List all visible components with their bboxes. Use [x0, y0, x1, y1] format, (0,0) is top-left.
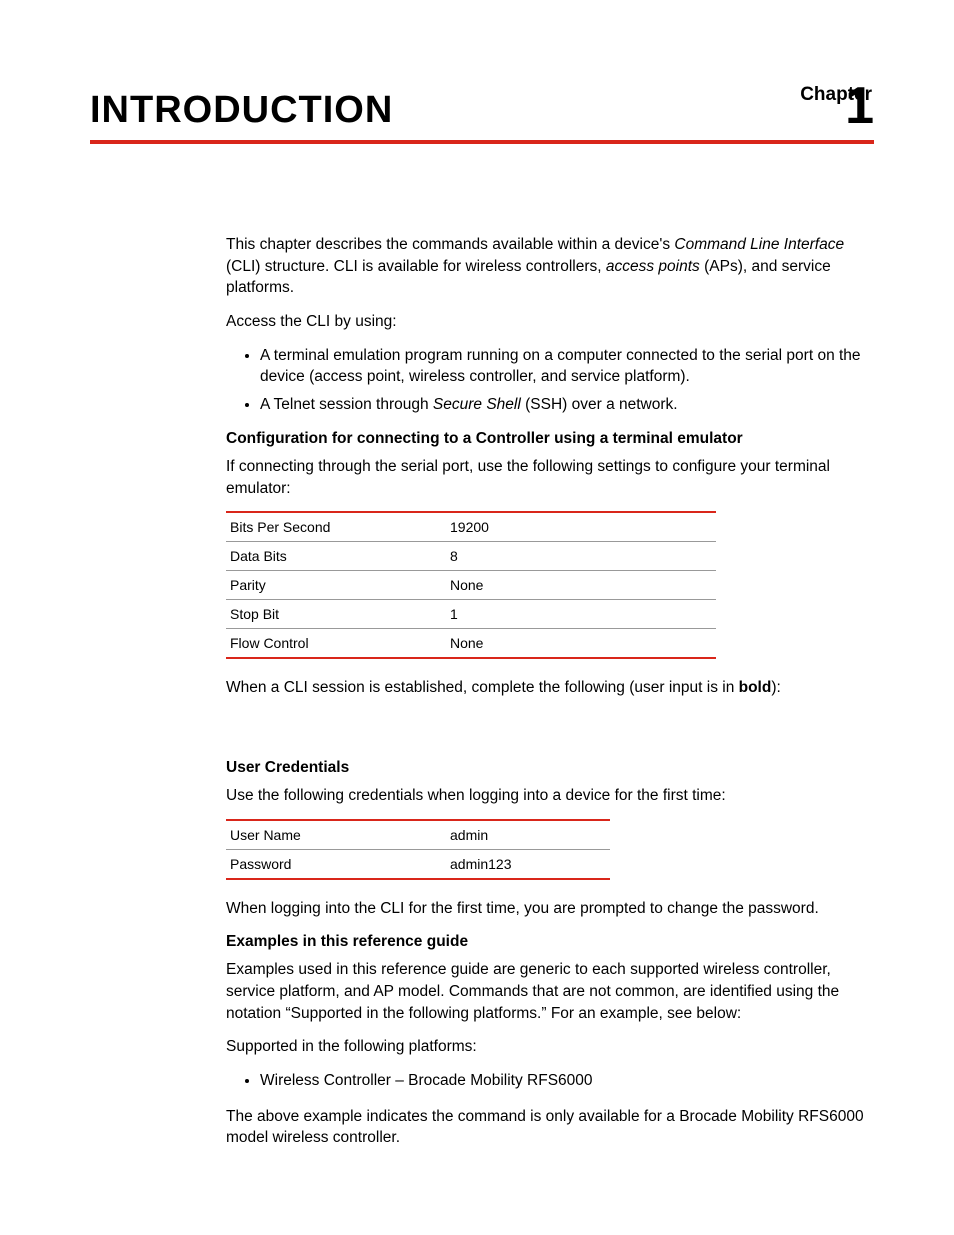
platforms-list: Wireless Controller – Brocade Mobility R… — [226, 1070, 874, 1092]
access-methods-list: A terminal emulation program running on … — [226, 345, 874, 416]
config-heading: Configuration for connecting to a Contro… — [226, 430, 874, 448]
creds-paragraph-2: When logging into the CLI for the first … — [226, 898, 874, 920]
examples-paragraph-3: The above example indicates the command … — [226, 1106, 874, 1149]
table-row: Bits Per Second19200 — [226, 512, 716, 542]
config-paragraph-2: When a CLI session is established, compl… — [226, 677, 874, 699]
table-row: Stop Bit1 — [226, 600, 716, 629]
intro-paragraph-1: This chapter describes the commands avai… — [226, 234, 874, 299]
table-row: ParityNone — [226, 571, 716, 600]
examples-paragraph-1: Examples used in this reference guide ar… — [226, 959, 874, 1024]
table-row: Flow ControlNone — [226, 629, 716, 659]
list-item: A terminal emulation program running on … — [260, 345, 874, 388]
list-item: A Telnet session through Secure Shell (S… — [260, 394, 874, 416]
content-body: This chapter describes the commands avai… — [226, 234, 874, 1149]
creds-heading: User Credentials — [226, 759, 874, 777]
chapter-label: Chapter — [800, 84, 872, 106]
chapter-title: INTRODUCTION — [90, 89, 393, 132]
list-item: Wireless Controller – Brocade Mobility R… — [260, 1070, 874, 1092]
header-rule — [90, 140, 874, 144]
table-row: Data Bits8 — [226, 542, 716, 571]
page: Chapter INTRODUCTION 1 This chapter desc… — [0, 0, 954, 1221]
examples-heading: Examples in this reference guide — [226, 933, 874, 951]
chapter-header: INTRODUCTION 1 — [90, 80, 874, 132]
examples-paragraph-2: Supported in the following platforms: — [226, 1036, 874, 1058]
terminal-settings-table: Bits Per Second19200 Data Bits8 ParityNo… — [226, 511, 716, 659]
intro-paragraph-2: Access the CLI by using: — [226, 311, 874, 333]
creds-paragraph-1: Use the following credentials when loggi… — [226, 785, 874, 807]
table-row: Passwordadmin123 — [226, 849, 610, 879]
table-row: User Nameadmin — [226, 820, 610, 850]
config-paragraph-1: If connecting through the serial port, u… — [226, 456, 874, 499]
credentials-table: User Nameadmin Passwordadmin123 — [226, 819, 610, 880]
